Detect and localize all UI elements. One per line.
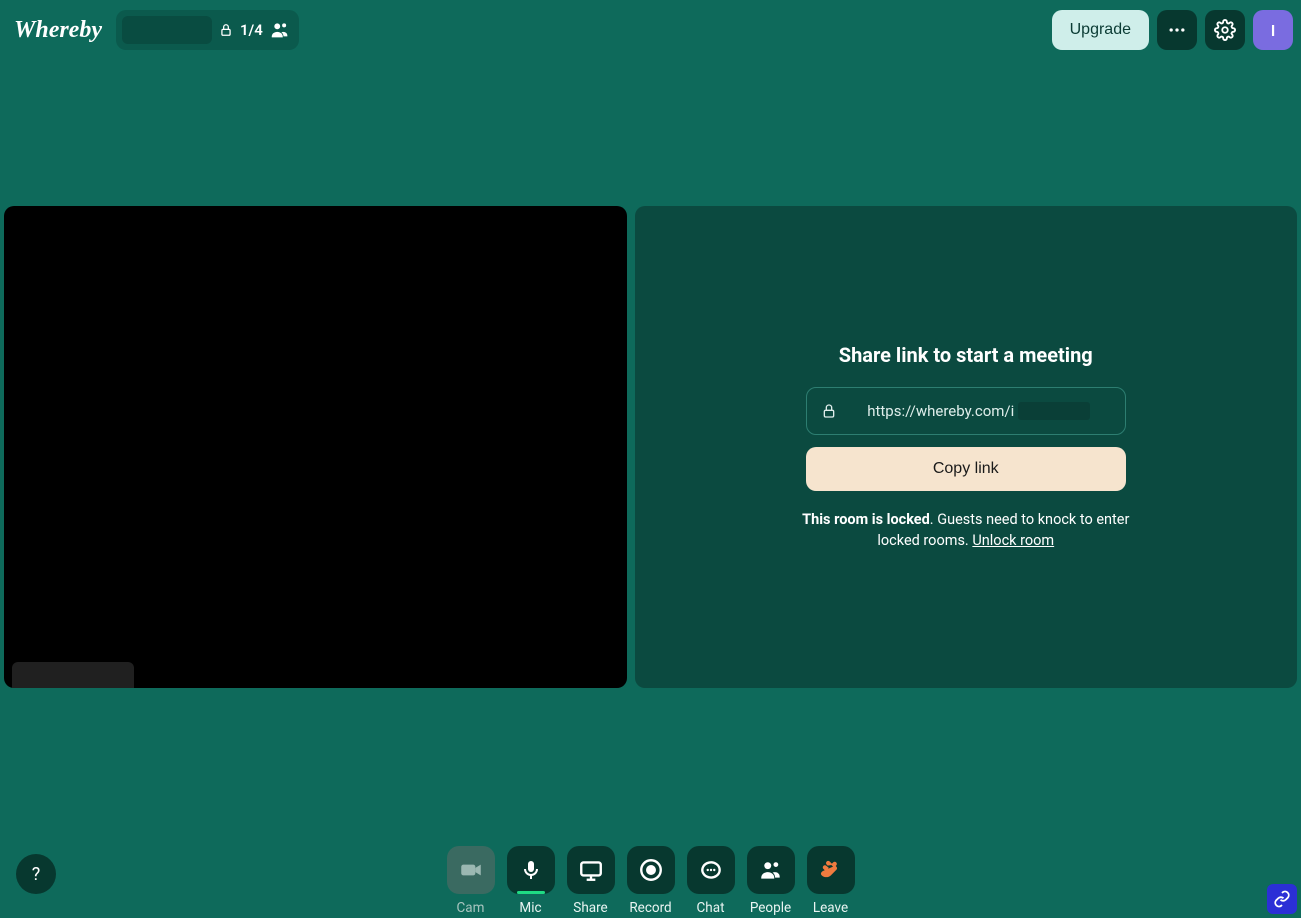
people-icon [269,19,291,41]
tool-label: Share [573,900,607,916]
tool-label: Leave [813,900,848,916]
locked-room-text: This room is locked. Guests need to knoc… [796,509,1136,551]
settings-button[interactable] [1205,10,1245,50]
tool-label: Cam [457,900,485,916]
participant-name-badge [12,662,134,688]
lock-icon [821,403,837,419]
room-link-text: https://whereby.com/i [847,402,1111,420]
tool-label: Mic [519,900,541,916]
more-button[interactable] [1157,10,1197,50]
chat-button[interactable]: Chat [687,846,735,916]
record-button[interactable]: Record [627,846,675,916]
wave-icon [818,857,844,883]
leave-button[interactable]: Leave [807,846,855,916]
self-video[interactable] [4,206,627,688]
avatar[interactable]: I [1253,10,1293,50]
unlock-room-link[interactable]: Unlock room [972,532,1054,549]
tool-label: Chat [697,900,725,916]
share-button[interactable]: Share [567,846,615,916]
brand-logo[interactable]: Whereby [14,17,102,44]
mic-button[interactable]: Mic [507,846,555,916]
more-horizontal-icon [1167,20,1187,40]
link-icon [1273,890,1291,908]
room-info-pill[interactable]: 1/4 [116,10,299,50]
cam-button[interactable]: Cam [447,846,495,916]
upgrade-button[interactable]: Upgrade [1052,10,1149,50]
copy-link-button[interactable]: Copy link [806,447,1126,491]
participant-count: 1/4 [240,21,263,39]
microphone-icon [519,858,543,882]
main-panels: Share link to start a meeting https://wh… [4,206,1297,688]
share-title: Share link to start a meeting [839,343,1093,367]
record-icon [638,857,664,883]
gear-icon [1214,19,1236,41]
extension-widget[interactable] [1267,884,1297,914]
header-right: Upgrade I [1052,10,1293,50]
tool-label: People [750,900,791,916]
people-icon [758,857,784,883]
lock-icon [218,22,234,38]
room-name [122,16,212,44]
toolbar: Cam Mic Share Record Chat People [447,846,855,916]
header: Whereby 1/4 Upgrade I [0,8,1301,52]
people-button[interactable]: People [747,846,795,916]
share-panel: Share link to start a meeting https://wh… [635,206,1298,688]
camera-icon [458,857,484,883]
room-link-box[interactable]: https://whereby.com/i [806,387,1126,435]
tool-label: Record [629,900,671,916]
chat-icon [698,857,724,883]
help-button[interactable]: ? [16,854,56,894]
screen-share-icon [578,857,604,883]
